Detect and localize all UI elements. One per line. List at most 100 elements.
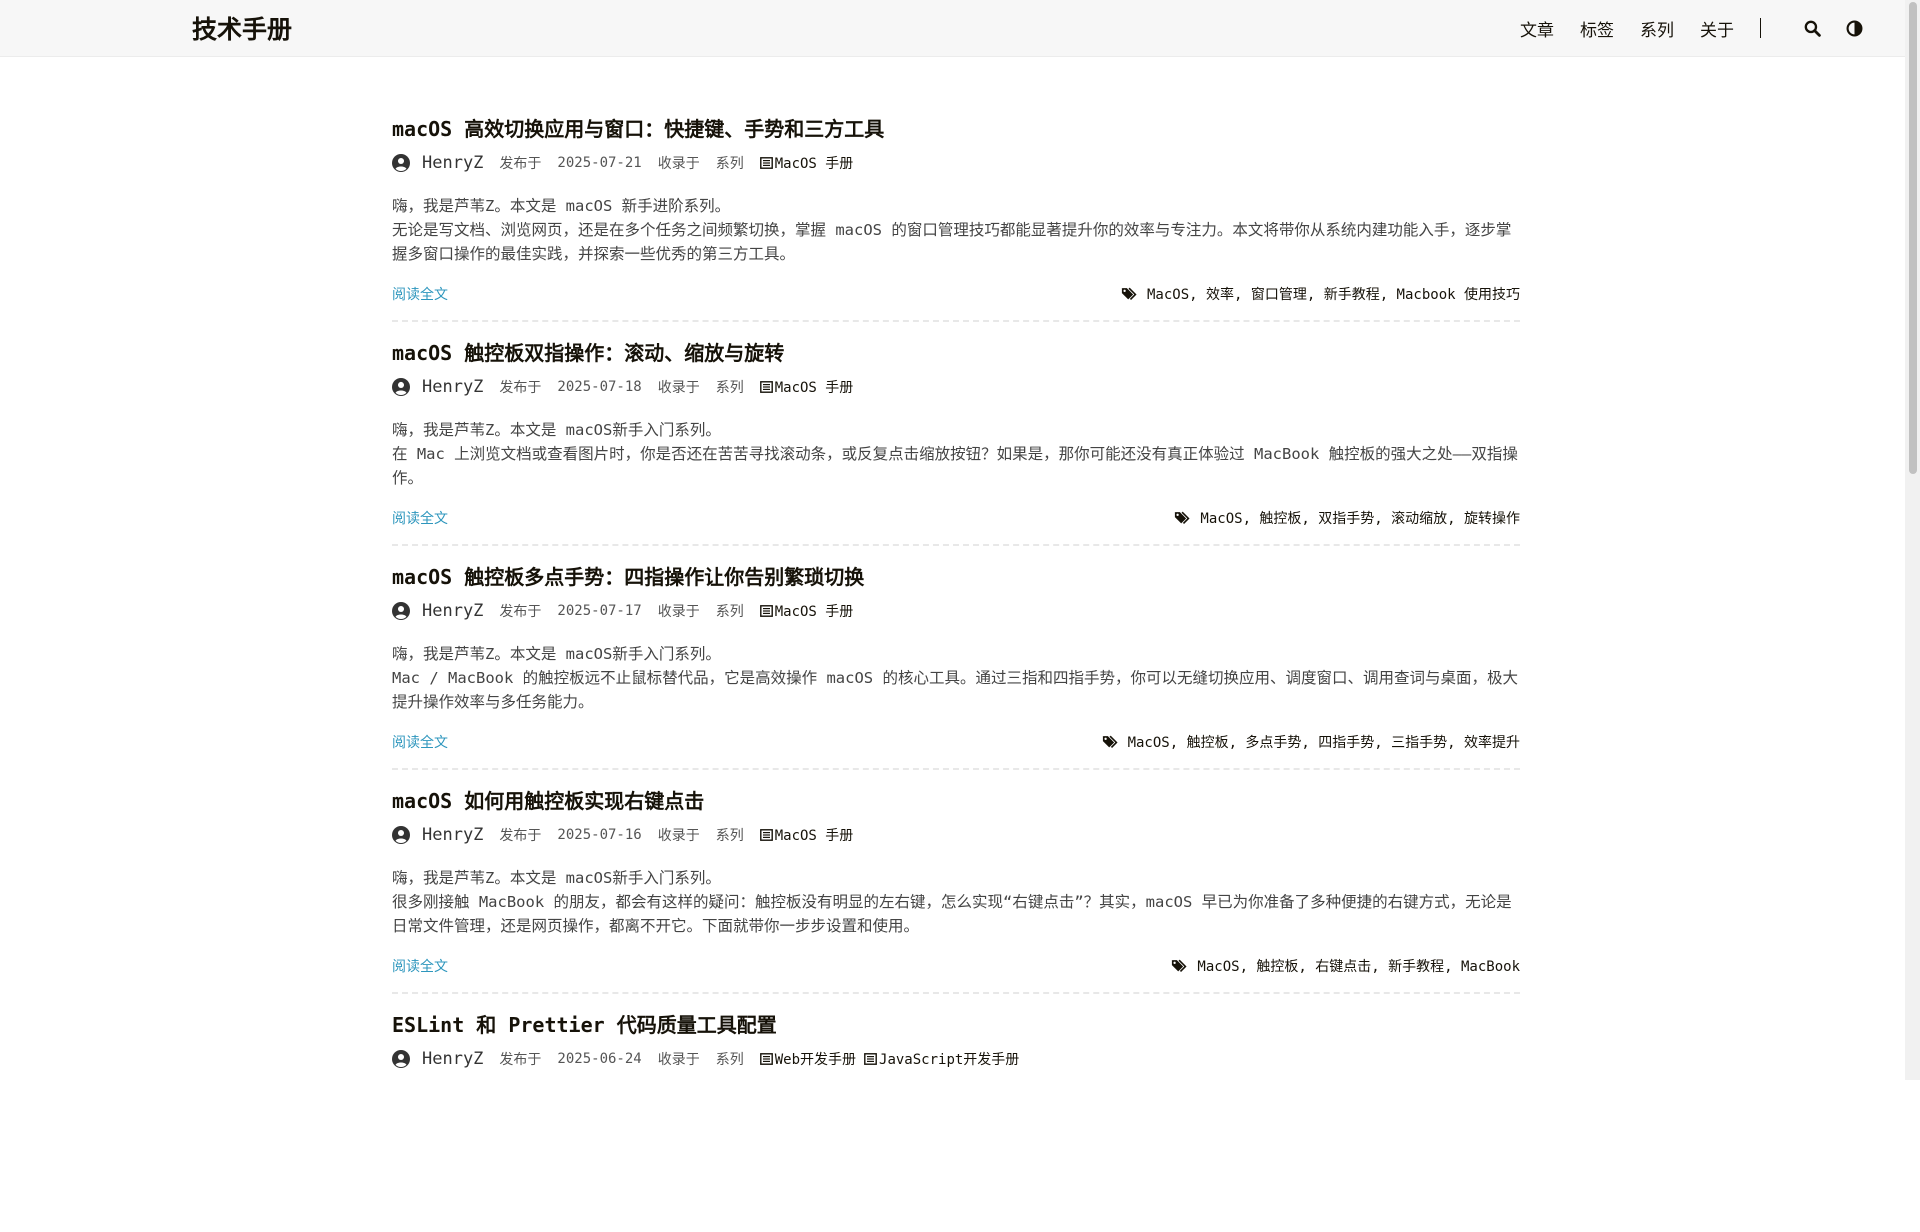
- post-item: macOS 触控板双指操作：滚动、缩放与旋转 HenryZ 发布于 2025-0…: [392, 340, 1520, 546]
- post-excerpt: 嗨，我是芦苇Z。本文是 macOS新手入门系列。在 Mac 上浏览文档或查看图片…: [392, 418, 1520, 490]
- series-link[interactable]: MacOS 手册: [759, 153, 854, 173]
- tags-text[interactable]: MacOS, 触控板, 双指手势, 滚动缩放, 旋转操作: [1200, 508, 1520, 528]
- post-tags: MacOS, 触控板, 右键点击, 新手教程, MacBook: [1171, 956, 1520, 976]
- series-link[interactable]: Web开发手册: [759, 1049, 857, 1069]
- post-item: macOS 如何用触控板实现右键点击 HenryZ 发布于 2025-07-16…: [392, 788, 1520, 994]
- post-date: 2025-07-21: [557, 155, 642, 171]
- series-name: MacOS 手册: [774, 380, 854, 396]
- excerpt-paragraph: 嗨，我是芦苇Z。本文是 macOS新手入门系列。: [392, 421, 721, 439]
- post-tags: MacOS, 触控板, 多点手势, 四指手势, 三指手势, 效率提升: [1102, 732, 1520, 752]
- read-more-link[interactable]: 阅读全文: [392, 956, 448, 976]
- read-more-link[interactable]: 阅读全文: [392, 508, 448, 528]
- post-footer: 阅读全文 MacOS, 触控板, 双指手势, 滚动缩放, 旋转操作: [392, 508, 1520, 528]
- series-link[interactable]: MacOS 手册: [759, 601, 854, 621]
- user-icon: [392, 1050, 410, 1068]
- book-icon: [759, 381, 773, 393]
- site-title[interactable]: 技术手册: [192, 10, 292, 46]
- series-link[interactable]: MacOS 手册: [759, 377, 854, 397]
- published-label: 发布于: [499, 156, 542, 172]
- excerpt-paragraph: Mac / MacBook 的触控板远不止鼠标替代品，它是高效操作 macOS …: [392, 669, 1518, 711]
- excerpt-paragraph: 在 Mac 上浏览文档或查看图片时，你是否还在苦苦寻找滚动条，或反复点击缩放按钮…: [392, 445, 1518, 487]
- post-meta: HenryZ 发布于 2025-06-24 收录于 系列 Web开发手册 Java…: [392, 1048, 1520, 1070]
- series-link[interactable]: JavaScript开发手册: [864, 1049, 1019, 1069]
- book-icon: [759, 1053, 773, 1065]
- post-excerpt: 嗨，我是芦苇Z。本文是 macOS新手入门系列。 Mac / MacBook 的触…: [392, 642, 1520, 714]
- post-meta: HenryZ 发布于 2025-07-17 收录于 系列 MacOS 手册: [392, 600, 1520, 622]
- post-meta: HenryZ 发布于 2025-07-18 收录于 系列 MacOS 手册: [392, 376, 1520, 398]
- site-header: 技术手册 文章 标签 系列 关于: [0, 0, 1905, 57]
- tags-icon: [1121, 287, 1137, 300]
- excerpt-paragraph: 嗨，我是芦苇Z。本文是 macOS新手入门系列。: [392, 869, 721, 887]
- post-title[interactable]: macOS 如何用触控板实现右键点击: [392, 788, 1520, 814]
- post-author: HenryZ: [422, 825, 484, 845]
- nav-item-tags[interactable]: 标签: [1580, 16, 1614, 41]
- post-date: 2025-06-24: [557, 1051, 642, 1067]
- tags-icon: [1102, 735, 1118, 748]
- nav-item-about[interactable]: 关于: [1700, 16, 1734, 41]
- collected-label: 收录于: [657, 1052, 700, 1068]
- series-name: MacOS 手册: [774, 604, 854, 620]
- series-name: Web开发手册: [774, 1052, 857, 1068]
- series-label: 系列: [715, 828, 744, 844]
- post-list: macOS 高效切换应用与窗口：快捷键、手势和三方工具 HenryZ 发布于 2…: [392, 98, 1520, 1232]
- excerpt-paragraph: 无论是写文档、浏览网页，还是在多个任务之间频繁切换，掌握 macOS 的窗口管理…: [392, 221, 1512, 263]
- post-title[interactable]: ESLint 和 Prettier 代码质量工具配置: [392, 1012, 1520, 1038]
- published-label: 发布于: [499, 828, 542, 844]
- book-icon: [759, 829, 773, 841]
- theme-toggle-icon[interactable]: [1843, 17, 1865, 39]
- read-more-link[interactable]: 阅读全文: [392, 284, 448, 304]
- post-meta: HenryZ 发布于 2025-07-16 收录于 系列 MacOS 手册: [392, 824, 1520, 846]
- post-excerpt: 嗨，我是芦苇Z。本文是 macOS新手入门系列。很多刚接触 MacBook 的朋…: [392, 866, 1520, 938]
- series-label: 系列: [715, 1052, 744, 1068]
- post-title[interactable]: macOS 触控板双指操作：滚动、缩放与旋转: [392, 340, 1520, 366]
- tags-text[interactable]: MacOS, 效率, 窗口管理, 新手教程, Macbook 使用技巧: [1147, 284, 1520, 304]
- search-icon[interactable]: [1801, 17, 1823, 39]
- post-excerpt: 嗨，我是芦苇Z。本文是 macOS 新手进阶系列。无论是写文档、浏览网页，还是在…: [392, 194, 1520, 266]
- tags-text[interactable]: MacOS, 触控板, 多点手势, 四指手势, 三指手势, 效率提升: [1128, 732, 1520, 752]
- collected-label: 收录于: [657, 380, 700, 396]
- nav-item-articles[interactable]: 文章: [1520, 16, 1554, 41]
- post-title[interactable]: macOS 触控板多点手势：四指操作让你告别繁琐切换: [392, 564, 1520, 590]
- user-icon: [392, 826, 410, 844]
- collected-label: 收录于: [657, 828, 700, 844]
- page-scrollbar[interactable]: [1905, 0, 1920, 1080]
- post-footer: 阅读全文 MacOS, 触控板, 右键点击, 新手教程, MacBook: [392, 956, 1520, 976]
- user-icon: [392, 378, 410, 396]
- post-author: HenryZ: [422, 1049, 484, 1069]
- nav-item-series[interactable]: 系列: [1640, 16, 1674, 41]
- excerpt-paragraph: 嗨，我是芦苇Z。本文是 macOS新手入门系列。: [392, 645, 721, 663]
- collected-label: 收录于: [657, 156, 700, 172]
- post-author: HenryZ: [422, 153, 484, 173]
- post-date: 2025-07-16: [557, 827, 642, 843]
- tags-icon: [1172, 959, 1187, 972]
- published-label: 发布于: [499, 1052, 542, 1068]
- scrollbar-thumb[interactable]: [1909, 2, 1917, 474]
- collected-label: 收录于: [657, 604, 700, 620]
- series-name: MacOS 手册: [774, 156, 854, 172]
- post-title[interactable]: macOS 高效切换应用与窗口：快捷键、手势和三方工具: [392, 116, 1520, 142]
- excerpt-paragraph: 嗨，我是芦苇Z。本文是 macOS 新手进阶系列。: [392, 197, 731, 215]
- tags-icon: [1175, 511, 1190, 524]
- post-meta: HenryZ 发布于 2025-07-21 收录于 系列 MacOS 手册: [392, 152, 1520, 174]
- book-icon: [759, 157, 773, 169]
- book-icon: [759, 605, 773, 617]
- post-tags: MacOS, 触控板, 双指手势, 滚动缩放, 旋转操作: [1174, 508, 1520, 528]
- post-author: HenryZ: [422, 601, 484, 621]
- read-more-link[interactable]: 阅读全文: [392, 732, 448, 752]
- series-label: 系列: [715, 156, 744, 172]
- post-footer: 阅读全文 MacOS, 效率, 窗口管理, 新手教程, Macbook 使用技巧: [392, 284, 1520, 304]
- series-name: JavaScript开发手册: [879, 1052, 1020, 1068]
- published-label: 发布于: [499, 380, 542, 396]
- post-item: macOS 高效切换应用与窗口：快捷键、手势和三方工具 HenryZ 发布于 2…: [392, 116, 1520, 322]
- post-date: 2025-07-18: [557, 379, 642, 395]
- top-nav: 文章 标签 系列 关于: [1494, 0, 1865, 56]
- post-author: HenryZ: [422, 377, 484, 397]
- user-icon: [392, 602, 410, 620]
- tags-text[interactable]: MacOS, 触控板, 右键点击, 新手教程, MacBook: [1197, 956, 1520, 976]
- published-label: 发布于: [499, 604, 542, 620]
- post-item: macOS 触控板多点手势：四指操作让你告别繁琐切换 HenryZ 发布于 20…: [392, 564, 1520, 770]
- book-icon: [864, 1053, 877, 1065]
- excerpt-paragraph: 很多刚接触 MacBook 的朋友，都会有这样的疑问：触控板没有明显的左右键，怎…: [392, 893, 1512, 935]
- series-link[interactable]: MacOS 手册: [759, 825, 853, 845]
- series-label: 系列: [715, 380, 744, 396]
